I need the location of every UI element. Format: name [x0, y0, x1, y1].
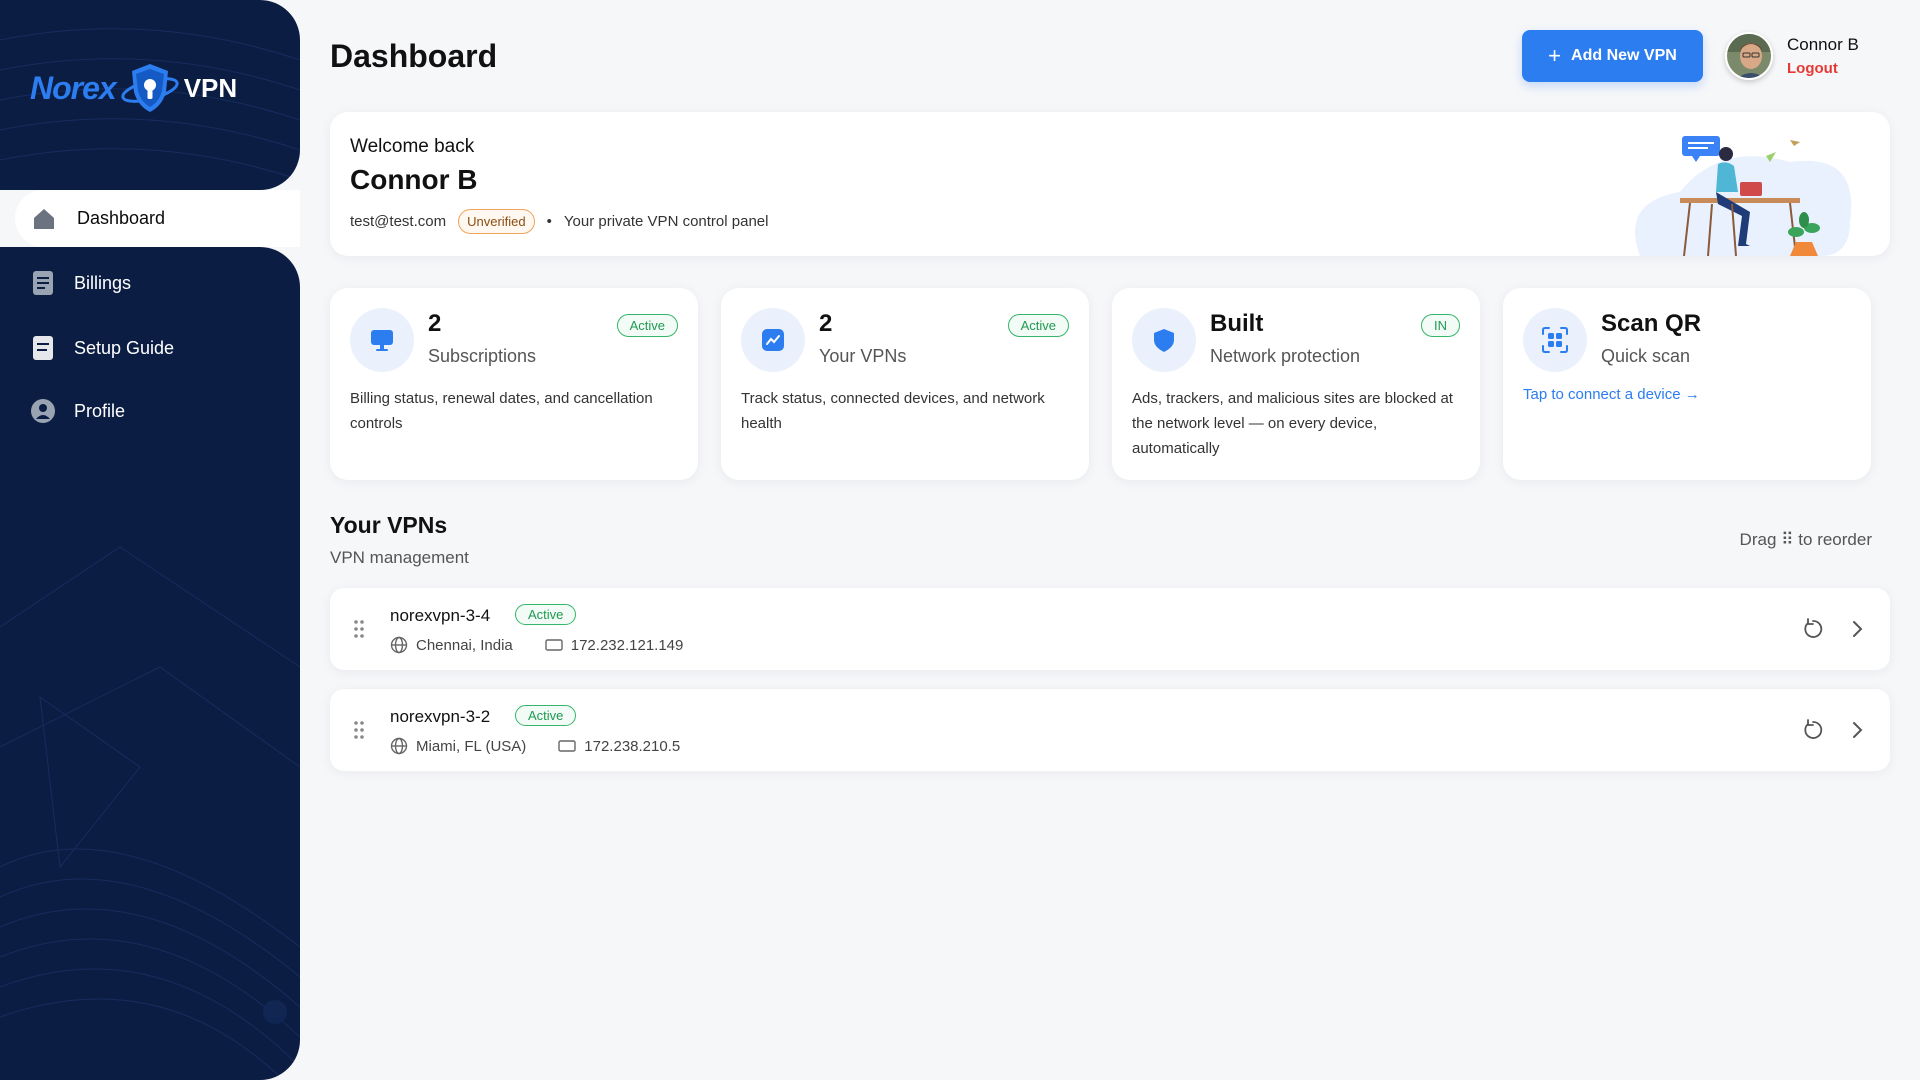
your-vpns-card[interactable]: 2 Your VPNs Active Track status, connect… [721, 288, 1089, 480]
server-icon [558, 740, 576, 752]
status-badge: Unverified [458, 209, 535, 234]
separator-dot: • [546, 213, 552, 230]
drag-hint: Drag ⠿ to reorder [1739, 530, 1872, 549]
sidebar-item-label: Billings [74, 272, 132, 293]
drag-handle-icon[interactable] [352, 618, 366, 640]
sidebar-decoration [0, 546, 300, 1080]
chevron-right-icon[interactable] [1844, 616, 1870, 642]
plus-icon: + [1548, 43, 1562, 68]
network-protection-card[interactable]: Built Network protection IN Ads, tracker… [1112, 288, 1480, 480]
norex-vpn-logo[interactable]: Norex VPN [30, 58, 270, 118]
sidebar-item-label: Setup Guide [74, 337, 175, 358]
stat-value: Built [1210, 310, 1264, 337]
welcome-greeting: Welcome back [350, 136, 475, 157]
stat-label: Subscriptions [428, 346, 537, 366]
vpn-ip: 172.238.210.5 [584, 737, 681, 755]
home-icon [31, 206, 57, 232]
stat-label: Network protection [1210, 346, 1361, 366]
guide-icon [30, 335, 56, 361]
sidebar-item-label: Dashboard [77, 208, 166, 228]
vpn-meta: Miami, FL (USA) 172.238.210.5 [390, 737, 680, 755]
stat-label: Quick scan [1601, 346, 1691, 366]
welcome-name: Connor B [350, 164, 478, 195]
refresh-icon[interactable] [1800, 717, 1826, 743]
stat-description: Track status, connected devices, and net… [741, 390, 1045, 432]
logout-link[interactable]: Logout [1787, 60, 1838, 77]
chevron-right-icon[interactable] [1844, 717, 1870, 743]
sidebar-item-profile[interactable]: Profile [30, 391, 280, 431]
status-badge: IN [1421, 314, 1460, 337]
qr-scan-icon [1523, 308, 1587, 372]
vpn-row[interactable]: norexvpn-3-2 Active Miami, FL (USA) 172.… [330, 689, 1890, 771]
globe-icon [390, 737, 408, 755]
user-name: Connor B [1787, 35, 1859, 54]
status-badge: Active [515, 604, 577, 625]
add-new-vpn-button[interactable]: + Add New VPN [1522, 30, 1703, 82]
welcome-tagline: Your private VPN control panel [563, 213, 769, 230]
profile-icon [30, 398, 56, 424]
drag-handle-icon[interactable] [352, 719, 366, 741]
shield-icon [1132, 308, 1196, 372]
stat-value: 2 [819, 310, 833, 337]
vpn-name: norexvpn-3-2 [390, 707, 491, 726]
logo-shield-icon [121, 64, 179, 112]
welcome-illustration [1635, 136, 1852, 256]
vpn-section-title: Your VPNs [330, 512, 448, 538]
connect-device-link[interactable]: Tap to connect a device → [1523, 386, 1700, 403]
status-badge: Active [616, 314, 678, 337]
stat-description: Billing status, renewal dates, and cance… [350, 390, 653, 432]
vpn-name: norexvpn-3-4 [390, 606, 491, 625]
avatar[interactable] [1725, 32, 1773, 80]
status-badge: Active [1007, 314, 1069, 337]
logo-text: Norex [30, 69, 117, 106]
scan-qr-card[interactable]: Scan QR Quick scan Tap to connect a devi… [1503, 288, 1871, 480]
vpn-ip: 172.232.121.149 [570, 636, 684, 654]
billing-icon [30, 270, 56, 296]
sidebar-item-setup-guide[interactable]: Setup Guide [30, 328, 280, 368]
logo-suffix: VPN [183, 72, 238, 103]
vpn-section-subtitle: VPN management [330, 548, 469, 567]
user-email: test@test.com [350, 213, 447, 230]
stat-value: Scan QR [1601, 310, 1702, 337]
sidebar-item-billings[interactable]: Billings [30, 263, 280, 303]
server-icon [545, 639, 563, 651]
vpn-location: Chennai, India [416, 636, 513, 654]
vpn-row[interactable]: norexvpn-3-4 Active Chennai, India 172.2… [330, 588, 1890, 670]
vpn-location: Miami, FL (USA) [416, 737, 527, 755]
add-new-vpn-label: Add New VPN [1571, 47, 1677, 64]
refresh-icon[interactable] [1800, 616, 1826, 642]
vpn-meta: Chennai, India 172.232.121.149 [390, 636, 683, 654]
subscriptions-card[interactable]: 2 Subscriptions Active Billing status, r… [330, 288, 698, 480]
stat-value: 2 [428, 310, 442, 337]
stat-description: Ads, trackers, and malicious sites are b… [1132, 390, 1453, 457]
welcome-card: Welcome back Connor B test@test.com Unve… [330, 112, 1890, 256]
globe-icon [390, 636, 408, 654]
sidebar-header: Norex VPN [0, 0, 300, 190]
monitor-icon [350, 308, 414, 372]
sidebar-item-dashboard[interactable]: Dashboard [15, 190, 300, 247]
sidebar-item-label: Profile [74, 400, 126, 421]
stat-label: Your VPNs [819, 346, 907, 366]
activity-icon [741, 308, 805, 372]
page-title: Dashboard [330, 38, 498, 74]
welcome-details: test@test.com Unverified • Your private … [350, 209, 768, 234]
status-badge: Active [515, 705, 577, 726]
sidebar-nav-panel [0, 247, 300, 1080]
